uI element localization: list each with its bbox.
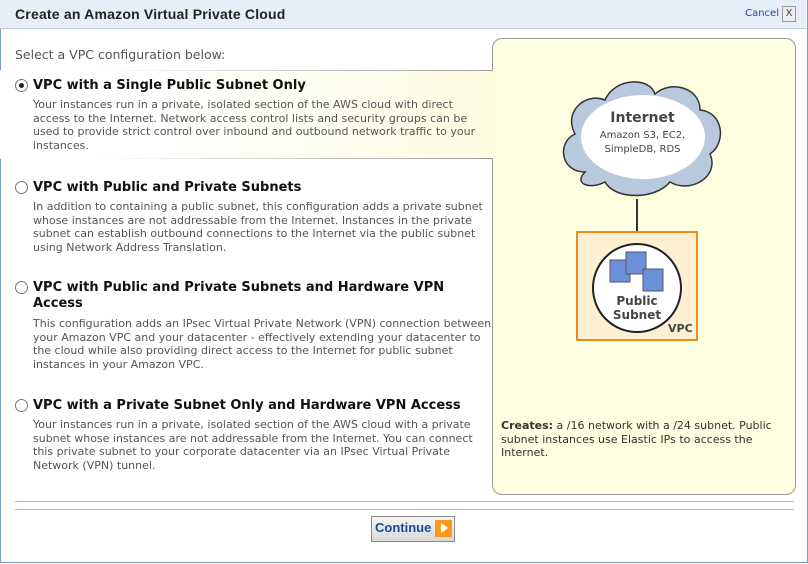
option-label[interactable]: VPC with a Single Public Subnet Only: [33, 78, 483, 94]
option-description: Your instances run in a private, isolate…: [33, 418, 473, 472]
cancel-link[interactable]: Cancel: [745, 8, 779, 19]
dialog-title: Create an Amazon Virtual Private Cloud: [15, 6, 286, 22]
radio-button[interactable]: [15, 181, 28, 194]
cloud-services-2: SimpleDB, RDS: [604, 144, 681, 155]
continue-button[interactable]: Continue: [371, 516, 455, 542]
vpc-label: VPC: [668, 322, 693, 335]
vpc-diagram: Internet Amazon S3, EC2, SimpleDB, RDS P…: [555, 72, 730, 347]
option-label[interactable]: VPC with a Private Subnet Only and Hardw…: [33, 398, 483, 414]
radio-button[interactable]: [15, 399, 28, 412]
radio-button[interactable]: [15, 79, 28, 92]
option-label[interactable]: VPC with Public and Private Subnets and …: [33, 280, 483, 312]
option-description: This configuration adds an IPsec Virtual…: [33, 317, 492, 371]
creates-summary: Creates: a /16 network with a /24 subnet…: [501, 419, 786, 460]
subnet-label-1: Public: [616, 294, 658, 308]
radio-button[interactable]: [15, 281, 28, 294]
cloud-title: Internet: [610, 110, 675, 126]
divider: [15, 509, 794, 510]
subnet-label-2: Subnet: [612, 308, 662, 322]
divider: [15, 501, 794, 502]
option-label[interactable]: VPC with Public and Private Subnets: [33, 180, 483, 196]
option-description: In addition to containing a public subne…: [33, 200, 483, 254]
cloud-services-1: Amazon S3, EC2,: [599, 130, 686, 141]
arrow-right-icon: [435, 520, 452, 537]
close-button[interactable]: X: [782, 6, 796, 22]
continue-label: Continue: [375, 520, 432, 535]
intro-text: Select a VPC configuration below:: [15, 47, 226, 62]
dialog-header: Create an Amazon Virtual Private Cloud C…: [0, 0, 806, 29]
option-description: Your instances run in a private, isolate…: [33, 98, 476, 152]
creates-label: Creates:: [501, 419, 554, 432]
